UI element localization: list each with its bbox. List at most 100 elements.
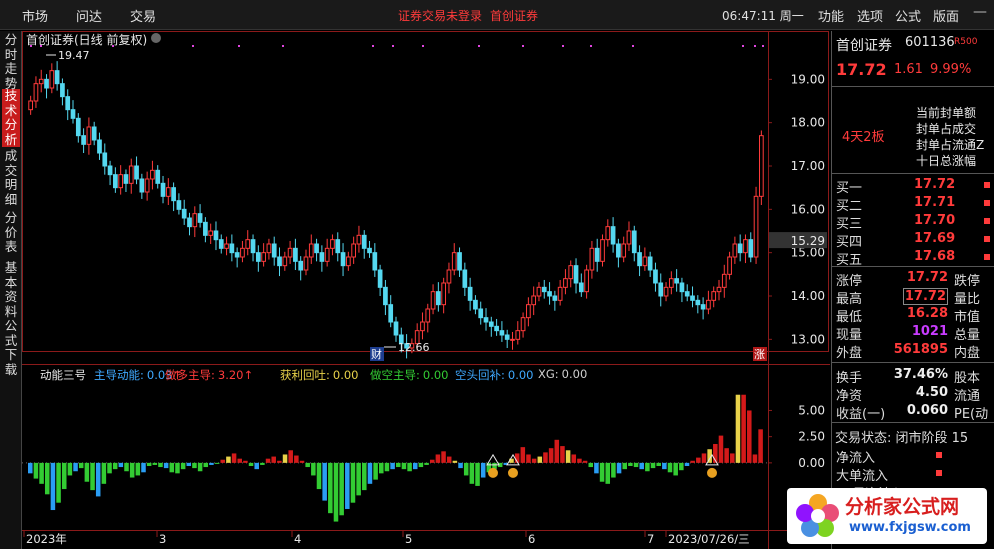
indicator-bar <box>747 410 752 463</box>
logo-url: www.fxjgsw.com <box>849 520 971 535</box>
indicator-bar <box>169 462 175 473</box>
indicator-bar <box>322 462 327 501</box>
menu-trade[interactable]: 交易 <box>130 6 156 25</box>
price-axis-label: 17.00 <box>791 159 825 173</box>
tab-0[interactable]: 分时走势 <box>2 32 20 91</box>
quote-value: 17.72 <box>902 288 948 305</box>
candle-body <box>721 273 727 288</box>
signal-dot <box>392 45 394 47</box>
indicator-bar <box>537 456 543 463</box>
broker-name[interactable]: 首创证券 <box>490 7 538 24</box>
indicator-bar <box>288 450 293 463</box>
candle-body <box>277 256 282 267</box>
indicator-item-label: 空头回补: <box>455 368 505 382</box>
menu-formula[interactable]: 公式 <box>895 6 921 25</box>
candle-body <box>758 135 764 197</box>
candle-body <box>552 295 558 301</box>
bid-marker <box>984 200 990 206</box>
candle-body <box>171 187 176 202</box>
candle-body <box>510 338 515 341</box>
candle-body <box>430 291 436 310</box>
candle-body <box>303 256 309 271</box>
candle-body <box>128 165 134 184</box>
indicator-bar <box>135 462 141 476</box>
quote-label: 最低 <box>836 310 863 325</box>
indicator-bar <box>192 462 197 469</box>
tab-4[interactable]: 基本资料 <box>2 260 20 319</box>
indicator-bar <box>95 462 101 497</box>
tab-5[interactable]: 公式下载 <box>2 318 20 377</box>
flow-marker <box>936 452 942 458</box>
indicator-bar <box>520 447 526 463</box>
stock-name: 首创证券 <box>836 38 892 54</box>
candle-body <box>340 252 346 267</box>
signal-dot <box>282 45 284 47</box>
login-warning[interactable]: 证券交易未登录 <box>398 7 482 24</box>
candle-body <box>351 243 356 258</box>
indicator-bar <box>345 462 350 509</box>
candle-body <box>367 247 372 254</box>
indicator-bar <box>441 451 446 463</box>
minimize-icon[interactable]: — <box>973 4 987 20</box>
candle-body <box>695 299 701 306</box>
menu-options[interactable]: 选项 <box>857 6 883 25</box>
indicator-name[interactable]: 动能三号 <box>40 367 86 383</box>
candle-body <box>441 282 447 306</box>
candle-body <box>642 256 648 267</box>
indicator-bar <box>118 462 124 468</box>
indicator-item-arrow: ↑ <box>243 368 254 382</box>
chart-canvas[interactable]: 19.0018.0017.0016.0015.0014.0013.0015.29… <box>22 31 830 549</box>
tab-3[interactable]: 分价表 <box>2 210 20 255</box>
signal-dot <box>754 45 756 47</box>
indicator-bar <box>141 462 146 473</box>
tab-1[interactable]: 技术分析 <box>2 88 20 147</box>
indicator-bar <box>282 454 288 463</box>
indicator-bar <box>407 462 412 472</box>
candle-body <box>578 282 584 293</box>
signal-dot <box>632 45 634 47</box>
candle-body <box>144 178 150 193</box>
stat-right-label: 股本 <box>954 371 981 386</box>
indicator-item-label: 做多主导: <box>165 368 215 382</box>
indicator-bar <box>356 462 361 496</box>
menu-market[interactable]: 市场 <box>22 6 48 25</box>
candle-body <box>594 247 600 262</box>
quote-label: 外盘 <box>836 346 863 361</box>
indicator-item-label: 做空主导: <box>370 368 420 382</box>
flow-marker <box>936 470 942 476</box>
kline-chart[interactable]: 19.00 18.00 17.00 16.00 15.00 14.00 13.00 15.29… <box>22 31 830 549</box>
menu-function[interactable]: 功能 <box>818 6 844 25</box>
bid-label: 买三 <box>836 217 863 232</box>
indicator-bar <box>735 394 741 463</box>
indicator-bar <box>175 462 180 474</box>
bid-price: 17.71 <box>914 195 956 210</box>
date-axis-label: 7 <box>647 532 654 546</box>
quote-right-label: 内盘 <box>954 346 981 361</box>
indicator-bar <box>633 462 639 468</box>
menu-layout[interactable]: 版面 <box>933 6 959 25</box>
indicator-axis-label: 5.00 <box>798 403 825 417</box>
candle-body <box>388 304 394 323</box>
quote-right-label: 量比 <box>954 292 981 307</box>
indicator-bar <box>237 458 243 463</box>
indicator-bar <box>684 462 690 467</box>
candle-body <box>324 247 330 262</box>
date-axis-label: 6 <box>528 532 535 546</box>
candle-body <box>176 200 182 210</box>
stat-value: 37.46% <box>893 367 948 382</box>
signal-dot <box>372 45 374 47</box>
indicator-bar <box>679 462 684 471</box>
indicator-bar <box>667 462 673 473</box>
candle-body <box>377 269 383 288</box>
date-axis-label: 2023/07/26/三 <box>668 532 750 546</box>
tab-2[interactable]: 成交明细 <box>2 148 20 207</box>
candle-body <box>520 317 526 332</box>
trade-state: 交易状态: 闭市阶段 15 <box>835 431 969 446</box>
menu-wenda[interactable]: 问达 <box>76 6 102 25</box>
date-axis-label: 2023年 <box>26 532 67 546</box>
indicator-bar <box>446 456 452 463</box>
site-logo: 分析家公式网 www.fxjgsw.com <box>787 488 987 544</box>
candle-body <box>589 247 595 271</box>
candle-body <box>28 100 34 111</box>
indicator-axis-label: 0.00 <box>798 456 825 470</box>
